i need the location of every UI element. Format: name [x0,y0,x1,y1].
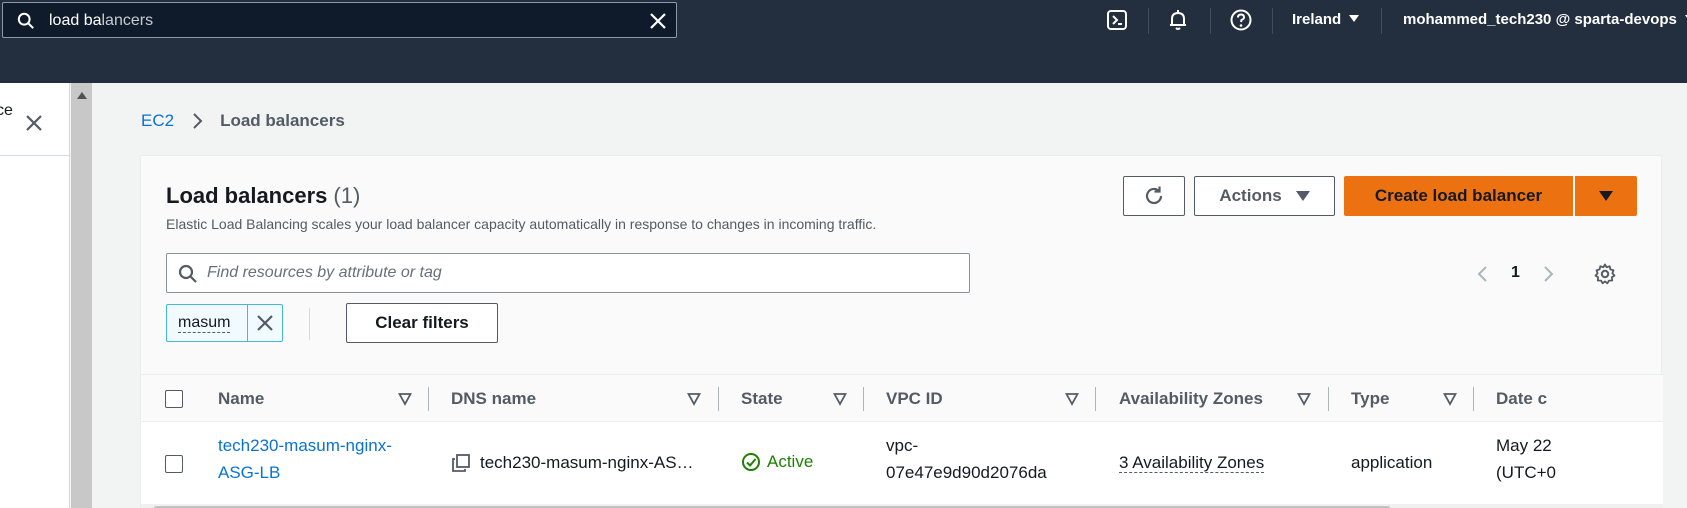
top-navigation: load balancers Ireland mohammed_tech230 … [0,0,1687,83]
nav-separator [1272,8,1273,34]
date-line-1: May 22 [1496,436,1552,455]
page-title: Load balancers (1) [166,183,360,209]
create-options-dropdown-button[interactable] [1575,176,1637,216]
token-separator [247,305,248,341]
close-panel-icon[interactable] [24,113,44,133]
clear-filters-label: Clear filters [375,313,469,332]
breadcrumb-ec2-link[interactable]: EC2 [141,111,174,131]
date-line-2: (UTC+0 [1496,463,1556,482]
region-label: Ireland [1292,11,1342,28]
filter-input[interactable] [207,260,947,286]
sort-icon[interactable] [1065,392,1079,406]
column-header-name[interactable]: Name [218,389,264,409]
filter-field[interactable] [166,253,970,293]
vertical-scrollbar[interactable] [71,83,92,508]
column-resizer[interactable] [1095,387,1096,411]
global-search-input[interactable]: load balancers [49,12,153,30]
filter-divider [309,308,310,340]
breadcrumb: EC2 Load balancers [141,110,345,132]
column-header-state[interactable]: State [741,389,783,409]
chevron-down-icon [1349,15,1360,22]
caret-down-icon [1295,191,1310,201]
load-balancer-name-link[interactable]: tech230-masum-nginx- ASG-LB [218,432,392,486]
previous-page-icon[interactable] [1473,264,1493,284]
horizontal-scrollbar[interactable] [141,504,1663,508]
next-page-icon[interactable] [1538,264,1558,284]
breadcrumb-current: Load balancers [220,111,345,130]
nav-separator [1381,8,1382,34]
page-description: Elastic Load Balancing scales your load … [166,216,877,232]
sort-icon[interactable] [1297,392,1311,406]
table-header: Name DNS name State VPC ID Availability … [141,374,1663,422]
dns-name-cell: tech230-masum-nginx-AS… [480,453,694,472]
side-panel-truncated-text: ce [0,102,13,119]
remove-token-icon[interactable] [255,313,275,333]
refresh-icon [1145,186,1163,205]
column-header-date[interactable]: Date c [1496,389,1547,409]
caret-down-icon [1599,191,1613,201]
result-count: (1) [333,183,361,208]
availability-zones-cell[interactable]: 3 Availability Zones [1119,449,1265,476]
vpc-line-1: vpc- [886,436,919,455]
vpc-line-2: 07e47e9d90d2076da [886,463,1047,482]
account-menu[interactable]: mohammed_tech230 @ sparta-devops [1403,11,1687,28]
sort-icon[interactable] [687,392,701,406]
global-search-box[interactable]: load balancers [2,2,677,38]
status-badge: Active [741,452,813,472]
success-icon [742,453,760,471]
current-page-number[interactable]: 1 [1511,264,1520,282]
load-balancers-table-container: Load balancers (1) Elastic Load Balancing… [140,155,1663,508]
copy-icon[interactable] [451,453,471,473]
state-text: Active [767,452,814,471]
side-panel: ce [0,83,70,508]
name-line-2: ASG-LB [218,463,281,482]
search-typed-text: load ba [49,12,102,29]
region-selector[interactable]: Ireland [1292,11,1360,28]
help-icon[interactable] [1229,8,1253,32]
create-load-balancer-button[interactable]: Create load balancer [1344,176,1573,216]
column-header-vpc[interactable]: VPC ID [886,389,943,409]
actions-dropdown-button[interactable]: Actions [1194,176,1335,216]
table-row[interactable]: tech230-masum-nginx- ASG-LB tech230-masu… [141,422,1663,504]
sort-icon[interactable] [1443,392,1457,406]
search-icon [178,264,197,283]
refresh-button[interactable] [1123,176,1185,216]
sort-icon[interactable] [833,392,847,406]
gear-icon[interactable] [1593,262,1617,286]
date-created-cell: May 22 (UTC+0 [1496,432,1556,486]
account-label: mohammed_tech230 @ sparta-devops [1403,11,1677,28]
actions-label: Actions [1219,186,1282,205]
vpc-id-cell: vpc- 07e47e9d90d2076da [886,432,1047,486]
filter-token: masum [166,304,283,342]
cloudshell-icon[interactable] [1105,8,1129,32]
type-cell: application [1351,453,1433,472]
nav-separator [1210,8,1211,34]
bell-icon[interactable] [1166,8,1190,32]
page-title-text: Load balancers [166,183,328,208]
column-header-type[interactable]: Type [1351,389,1389,409]
clear-search-icon[interactable] [648,11,668,31]
chevron-right-icon [193,113,203,129]
column-header-azs[interactable]: Availability Zones [1119,389,1263,409]
nav-separator [1148,8,1149,34]
column-resizer[interactable] [863,387,864,411]
select-all-checkbox[interactable] [165,390,183,408]
side-panel-divider [0,155,69,156]
create-label: Create load balancer [1374,186,1543,205]
availability-zones-popover[interactable]: 3 Availability Zones [1119,453,1265,473]
column-resizer[interactable] [428,387,429,411]
column-resizer[interactable] [718,387,719,411]
column-resizer[interactable] [1328,387,1329,411]
clear-filters-button[interactable]: Clear filters [346,303,498,343]
filter-token-label[interactable]: masum [178,314,231,333]
scroll-up-icon[interactable] [77,92,87,99]
column-header-dns[interactable]: DNS name [451,389,536,409]
column-resizer[interactable] [1473,387,1474,411]
search-autocomplete-text: lancers [101,12,154,29]
sort-icon[interactable] [398,392,412,406]
row-checkbox[interactable] [165,455,183,473]
search-icon [17,12,34,29]
name-line-1: tech230-masum-nginx- [218,436,392,455]
